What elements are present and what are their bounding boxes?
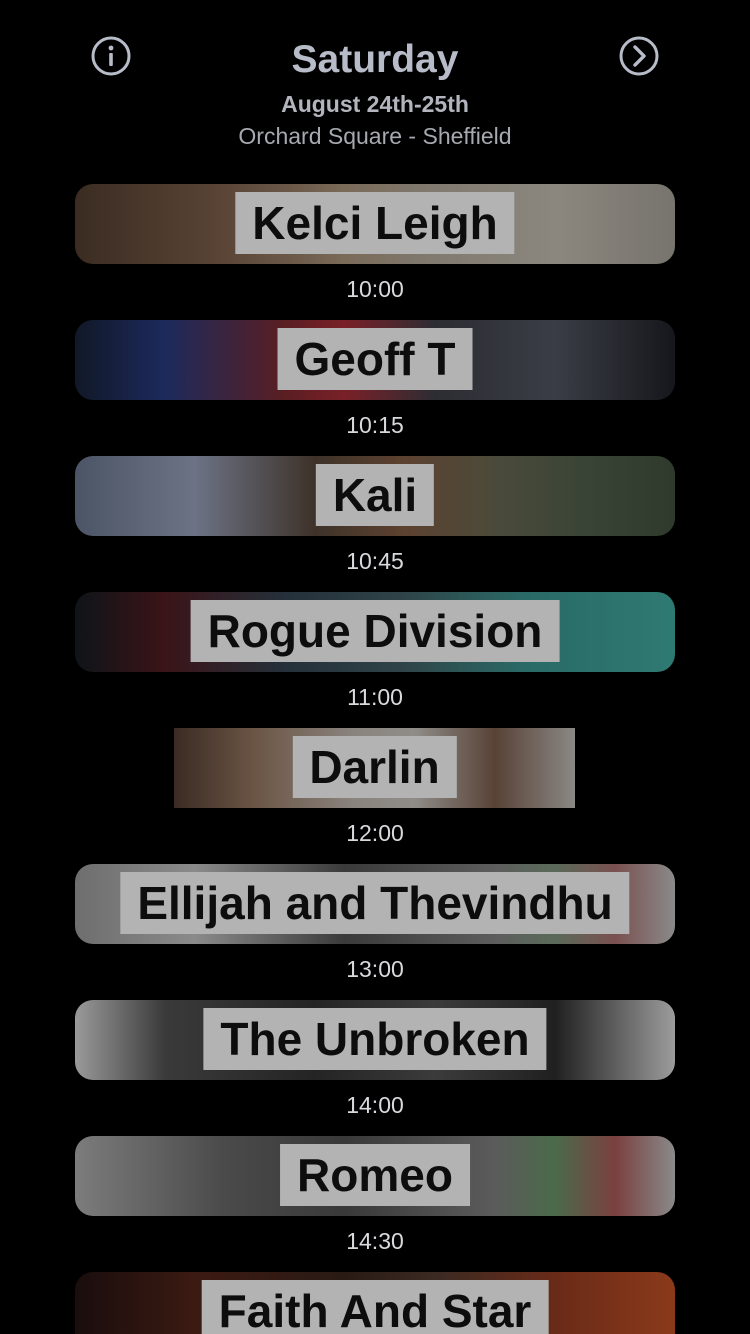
- list-item[interactable]: Rogue Division 11:00: [0, 592, 750, 728]
- act-name: Faith And Star: [201, 1280, 549, 1334]
- chevron-right-circle-icon[interactable]: [619, 36, 659, 76]
- act-name: Ellijah and Thevindhu: [120, 872, 630, 934]
- act-banner[interactable]: Faith And Star: [75, 1272, 675, 1334]
- list-item[interactable]: Geoff T 10:15: [0, 320, 750, 456]
- schedule-screen: Saturday August 24th-25th Orchard Square…: [0, 0, 750, 1334]
- list-item[interactable]: Darlin 12:00: [0, 728, 750, 864]
- act-banner[interactable]: Darlin: [174, 728, 575, 808]
- day-header: Saturday August 24th-25th Orchard Square…: [0, 0, 750, 170]
- act-name: Romeo: [280, 1144, 470, 1206]
- event-venue: Orchard Square - Sheffield: [238, 123, 512, 149]
- act-name: Rogue Division: [190, 600, 560, 662]
- act-name: Kelci Leigh: [235, 192, 515, 254]
- act-banner[interactable]: Geoff T: [75, 320, 675, 400]
- act-time: 10:00: [346, 276, 404, 302]
- act-time: 12:00: [346, 820, 404, 846]
- act-name: Darlin: [292, 736, 457, 798]
- list-item[interactable]: Kelci Leigh 10:00: [0, 184, 750, 320]
- list-item[interactable]: Kali 10:45: [0, 456, 750, 592]
- list-item[interactable]: Ellijah and Thevindhu 13:00: [0, 864, 750, 1000]
- act-name: Kali: [315, 464, 435, 526]
- act-banner[interactable]: Kali: [75, 456, 675, 536]
- act-time: 10:45: [346, 548, 404, 574]
- act-name: Geoff T: [277, 328, 473, 390]
- act-time: 14:30: [346, 1228, 404, 1254]
- act-banner[interactable]: Kelci Leigh: [75, 184, 675, 264]
- act-time: 10:15: [346, 412, 404, 438]
- list-item[interactable]: The Unbroken 14:00: [0, 1000, 750, 1136]
- act-time: 11:00: [347, 684, 403, 710]
- list-item[interactable]: Romeo 14:30: [0, 1136, 750, 1272]
- act-time: 13:00: [346, 956, 404, 982]
- act-name: The Unbroken: [203, 1008, 547, 1070]
- act-time: 14:00: [346, 1092, 404, 1118]
- event-dates: August 24th-25th: [281, 91, 469, 117]
- act-banner[interactable]: Rogue Division: [75, 592, 675, 672]
- act-banner[interactable]: Romeo: [75, 1136, 675, 1216]
- act-banner[interactable]: The Unbroken: [75, 1000, 675, 1080]
- act-banner[interactable]: Ellijah and Thevindhu: [75, 864, 675, 944]
- list-item[interactable]: Faith And Star: [0, 1272, 750, 1334]
